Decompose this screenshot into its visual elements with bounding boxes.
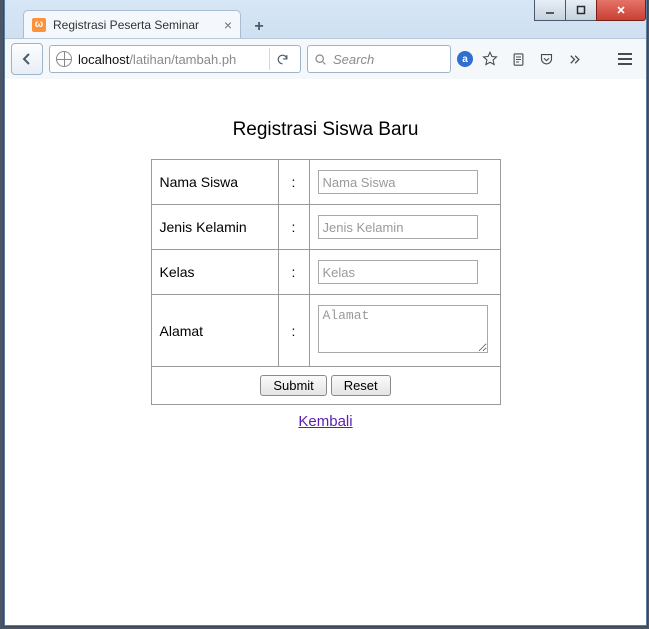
bookmark-star-button[interactable] — [479, 48, 501, 70]
page-heading: Registrasi Siswa Baru — [233, 119, 419, 141]
close-icon — [616, 5, 626, 15]
row-alamat: Alamat : — [151, 295, 500, 367]
tab-close-icon[interactable]: × — [224, 18, 232, 32]
label-jenis-kelamin: Jenis Kelamin — [151, 205, 278, 250]
back-link[interactable]: Kembali — [298, 413, 352, 430]
browser-window: ω Registrasi Peserta Seminar × + localho… — [4, 0, 647, 626]
row-kelas: Kelas : — [151, 250, 500, 295]
globe-icon — [56, 51, 72, 67]
window-maximize-button[interactable] — [565, 0, 597, 21]
label-alamat: Alamat — [151, 295, 278, 367]
clipboard-icon — [511, 52, 526, 67]
input-kelas[interactable] — [318, 260, 478, 284]
browser-tab-active[interactable]: ω Registrasi Peserta Seminar × — [23, 10, 241, 38]
search-box[interactable]: Search — [307, 45, 451, 73]
registration-form-table: Nama Siswa : Jenis Kelamin : Kelas : Ala… — [151, 159, 501, 405]
reset-button[interactable]: Reset — [331, 375, 391, 396]
page-viewport: Registrasi Siswa Baru Nama Siswa : Jenis… — [5, 79, 646, 625]
colon: : — [278, 160, 309, 205]
colon: : — [278, 250, 309, 295]
row-nama: Nama Siswa : — [151, 160, 500, 205]
submit-button[interactable]: Submit — [260, 375, 326, 396]
reload-icon — [276, 53, 289, 66]
row-jenis-kelamin: Jenis Kelamin : — [151, 205, 500, 250]
label-kelas: Kelas — [151, 250, 278, 295]
colon: : — [278, 205, 309, 250]
url-path: /latihan/tambah.ph — [129, 52, 236, 67]
input-jenis-kelamin[interactable] — [318, 215, 478, 239]
library-button[interactable] — [507, 48, 529, 70]
addon-badge-icon[interactable]: a — [457, 51, 473, 67]
tab-title: Registrasi Peserta Seminar — [53, 18, 199, 32]
hamburger-icon — [617, 52, 633, 66]
pocket-icon — [539, 52, 554, 67]
page-content: Registrasi Siswa Baru Nama Siswa : Jenis… — [5, 79, 646, 430]
url-host: localhost — [78, 52, 129, 67]
input-alamat[interactable] — [318, 305, 488, 353]
pocket-button[interactable] — [535, 48, 557, 70]
star-icon — [482, 51, 498, 67]
reload-button[interactable] — [269, 48, 294, 70]
address-bar[interactable]: localhost/latihan/tambah.ph — [49, 45, 301, 73]
maximize-icon — [576, 5, 586, 15]
arrow-left-icon — [20, 52, 34, 66]
label-nama: Nama Siswa — [151, 160, 278, 205]
app-menu-button[interactable] — [610, 45, 640, 73]
window-controls — [535, 0, 646, 20]
search-icon — [314, 53, 327, 66]
xampp-favicon-icon: ω — [32, 18, 46, 32]
url-text: localhost/latihan/tambah.ph — [78, 52, 263, 67]
search-placeholder: Search — [333, 52, 374, 67]
window-minimize-button[interactable] — [534, 0, 566, 21]
minimize-icon — [545, 5, 555, 15]
overflow-button[interactable] — [563, 48, 585, 70]
window-titlebar: ω Registrasi Peserta Seminar × + — [5, 0, 646, 39]
row-actions: Submit Reset — [151, 367, 500, 405]
input-nama-siswa[interactable] — [318, 170, 478, 194]
chevron-double-right-icon — [567, 52, 582, 67]
browser-toolbar: localhost/latihan/tambah.ph Search a — [5, 39, 646, 80]
window-close-button[interactable] — [596, 0, 646, 21]
tab-strip: ω Registrasi Peserta Seminar × + — [23, 10, 271, 38]
new-tab-button[interactable]: + — [247, 16, 271, 38]
colon: : — [278, 295, 309, 367]
nav-back-button[interactable] — [11, 43, 43, 75]
